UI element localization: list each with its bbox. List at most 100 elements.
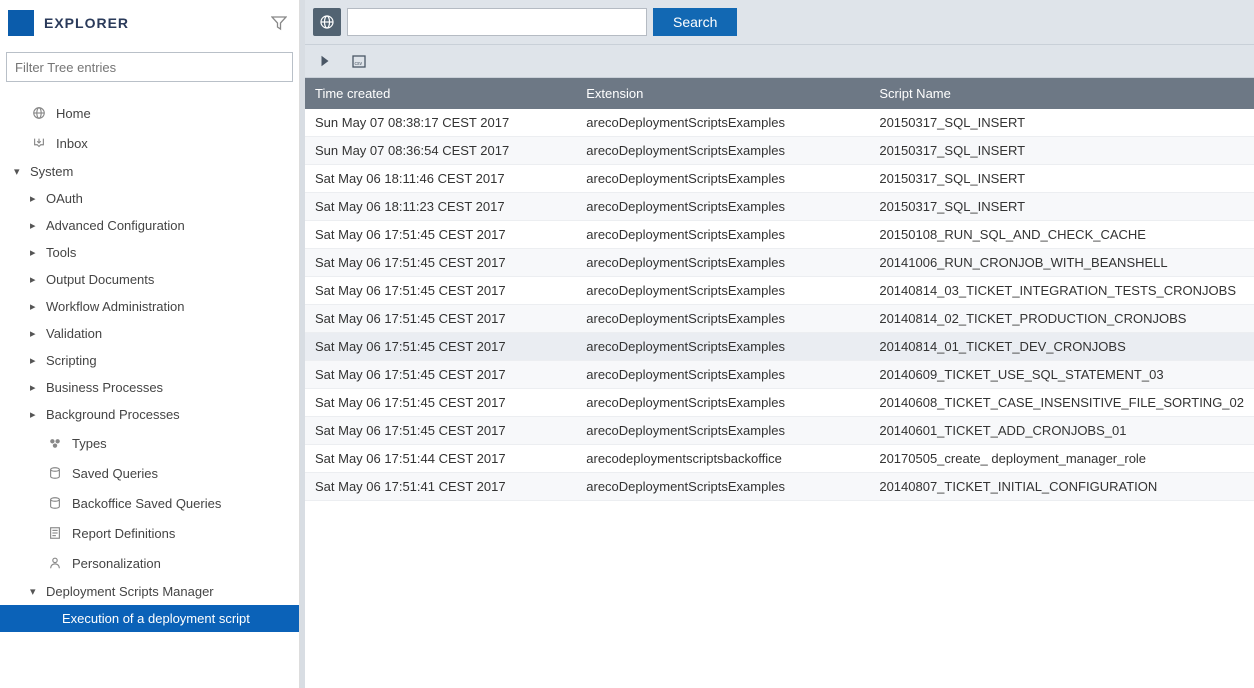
sidebar: EXPLORER Home Inbox System OAuth Advanced Co… — [0, 0, 300, 688]
col-scriptname-header[interactable]: Script Name — [869, 78, 1254, 109]
tree-item-label: Background Processes — [46, 407, 180, 422]
types-icon — [46, 434, 64, 452]
tree-item-home[interactable]: Home — [0, 98, 299, 128]
tree-item-business-processes[interactable]: Business Processes — [0, 374, 299, 401]
cell-time: Sat May 06 17:51:45 CEST 2017 — [305, 361, 576, 389]
globe-button[interactable] — [313, 8, 341, 36]
tree-item-output-documents[interactable]: Output Documents — [0, 266, 299, 293]
toolbar: csv — [305, 45, 1254, 78]
caret-icon — [30, 300, 40, 313]
caret-icon — [30, 219, 40, 232]
cell-ext: arecoDeploymentScriptsExamples — [576, 361, 869, 389]
sidebar-title-text: EXPLORER — [44, 15, 129, 31]
cell-ext: arecoDeploymentScriptsExamples — [576, 333, 869, 361]
cell-name: 20140608_TICKET_CASE_INSENSITIVE_FILE_SO… — [869, 389, 1254, 417]
cell-ext: arecoDeploymentScriptsExamples — [576, 305, 869, 333]
caret-icon — [30, 381, 40, 394]
table-row[interactable]: Sat May 06 17:51:45 CEST 2017arecoDeploy… — [305, 361, 1254, 389]
tree-item-label: System — [30, 164, 73, 179]
table-row[interactable]: Sat May 06 18:11:46 CEST 2017arecoDeploy… — [305, 165, 1254, 193]
filter-input[interactable] — [6, 52, 293, 82]
tree-item-deployment-scripts-manager[interactable]: Deployment Scripts Manager — [0, 578, 299, 605]
tree-item-types[interactable]: Types — [0, 428, 299, 458]
cell-name: 20150317_SQL_INSERT — [869, 137, 1254, 165]
caret-icon — [14, 165, 24, 178]
report-icon — [46, 524, 64, 542]
cell-ext: arecoDeploymentScriptsExamples — [576, 249, 869, 277]
svg-text:csv: csv — [355, 61, 363, 67]
caret-icon — [30, 354, 40, 367]
cell-ext: arecoDeploymentScriptsExamples — [576, 193, 869, 221]
caret-icon — [30, 327, 40, 340]
cell-ext: arecoDeploymentScriptsExamples — [576, 473, 869, 501]
cell-ext: arecoDeploymentScriptsExamples — [576, 137, 869, 165]
export-csv-button[interactable]: csv — [349, 51, 369, 71]
col-extension-header[interactable]: Extension — [576, 78, 869, 109]
tree-item-oauth[interactable]: OAuth — [0, 185, 299, 212]
cell-name: 20150317_SQL_INSERT — [869, 109, 1254, 137]
cell-name: 20150108_RUN_SQL_AND_CHECK_CACHE — [869, 221, 1254, 249]
table-row[interactable]: Sat May 06 17:51:45 CEST 2017arecoDeploy… — [305, 221, 1254, 249]
table-row[interactable]: Sat May 06 17:51:41 CEST 2017arecoDeploy… — [305, 473, 1254, 501]
tree-item-label: Workflow Administration — [46, 299, 184, 314]
tree-item-saved-queries[interactable]: Saved Queries — [0, 458, 299, 488]
tree-item-advanced-configuration[interactable]: Advanced Configuration — [0, 212, 299, 239]
table-row[interactable]: Sat May 06 17:51:44 CEST 2017arecodeploy… — [305, 445, 1254, 473]
cell-time: Sat May 06 17:51:45 CEST 2017 — [305, 221, 576, 249]
logo-icon — [8, 10, 34, 36]
cell-ext: arecoDeploymentScriptsExamples — [576, 165, 869, 193]
tree-item-label: Personalization — [72, 556, 161, 571]
tree-item-tools[interactable]: Tools — [0, 239, 299, 266]
cell-name: 20140807_TICKET_INITIAL_CONFIGURATION — [869, 473, 1254, 501]
table-row[interactable]: Sun May 07 08:36:54 CEST 2017arecoDeploy… — [305, 137, 1254, 165]
search-input[interactable] — [347, 8, 647, 36]
person-icon — [46, 554, 64, 572]
tree-item-scripting[interactable]: Scripting — [0, 347, 299, 374]
table-row[interactable]: Sat May 06 17:51:45 CEST 2017arecoDeploy… — [305, 389, 1254, 417]
tree-item-personalization[interactable]: Personalization — [0, 548, 299, 578]
tree-item-backoffice-saved-queries[interactable]: Backoffice Saved Queries — [0, 488, 299, 518]
cell-name: 20140814_01_TICKET_DEV_CRONJOBS — [869, 333, 1254, 361]
query-icon — [46, 494, 64, 512]
cell-ext: arecodeploymentscriptsbackoffice — [576, 445, 869, 473]
cell-name: 20141006_RUN_CRONJOB_WITH_BEANSHELL — [869, 249, 1254, 277]
tree-item-label: Business Processes — [46, 380, 163, 395]
tree-item-label: Home — [56, 106, 91, 121]
tree-item-execution-of-a-deployment-script[interactable]: Execution of a deployment script — [0, 605, 299, 632]
table-row[interactable]: Sun May 07 08:38:17 CEST 2017arecoDeploy… — [305, 109, 1254, 137]
caret-icon — [30, 246, 40, 259]
cell-name: 20150317_SQL_INSERT — [869, 193, 1254, 221]
table-row[interactable]: Sat May 06 18:11:23 CEST 2017arecoDeploy… — [305, 193, 1254, 221]
tree-item-label: Inbox — [56, 136, 88, 151]
tree-item-system[interactable]: System — [0, 158, 299, 185]
cell-name: 20170505_create_ deployment_manager_role — [869, 445, 1254, 473]
tree: Home Inbox System OAuth Advanced Configurati… — [0, 94, 299, 632]
cell-ext: arecoDeploymentScriptsExamples — [576, 389, 869, 417]
run-button[interactable] — [315, 51, 335, 71]
table-row[interactable]: Sat May 06 17:51:45 CEST 2017arecoDeploy… — [305, 249, 1254, 277]
cell-time: Sat May 06 17:51:44 CEST 2017 — [305, 445, 576, 473]
filter-box — [0, 42, 299, 94]
table-row[interactable]: Sat May 06 17:51:45 CEST 2017arecoDeploy… — [305, 417, 1254, 445]
tree-item-validation[interactable]: Validation — [0, 320, 299, 347]
tree-item-report-definitions[interactable]: Report Definitions — [0, 518, 299, 548]
tree-item-label: Output Documents — [46, 272, 154, 287]
filter-icon[interactable] — [271, 15, 287, 31]
col-time-header[interactable]: Time created — [305, 78, 576, 109]
tree-item-workflow-administration[interactable]: Workflow Administration — [0, 293, 299, 320]
table-row[interactable]: Sat May 06 17:51:45 CEST 2017arecoDeploy… — [305, 333, 1254, 361]
home-icon — [30, 104, 48, 122]
cell-name: 20140814_03_TICKET_INTEGRATION_TESTS_CRO… — [869, 277, 1254, 305]
tree-item-inbox[interactable]: Inbox — [0, 128, 299, 158]
table-row[interactable]: Sat May 06 17:51:45 CEST 2017arecoDeploy… — [305, 305, 1254, 333]
cell-time: Sat May 06 18:11:46 CEST 2017 — [305, 165, 576, 193]
cell-time: Sat May 06 18:11:23 CEST 2017 — [305, 193, 576, 221]
tree-item-background-processes[interactable]: Background Processes — [0, 401, 299, 428]
cell-time: Sat May 06 17:51:45 CEST 2017 — [305, 389, 576, 417]
cell-name: 20140814_02_TICKET_PRODUCTION_CRONJOBS — [869, 305, 1254, 333]
table-row[interactable]: Sat May 06 17:51:45 CEST 2017arecoDeploy… — [305, 277, 1254, 305]
search-bar: Search — [305, 0, 1254, 45]
search-button[interactable]: Search — [653, 8, 737, 36]
cell-time: Sat May 06 17:51:45 CEST 2017 — [305, 333, 576, 361]
tree-item-label: OAuth — [46, 191, 83, 206]
